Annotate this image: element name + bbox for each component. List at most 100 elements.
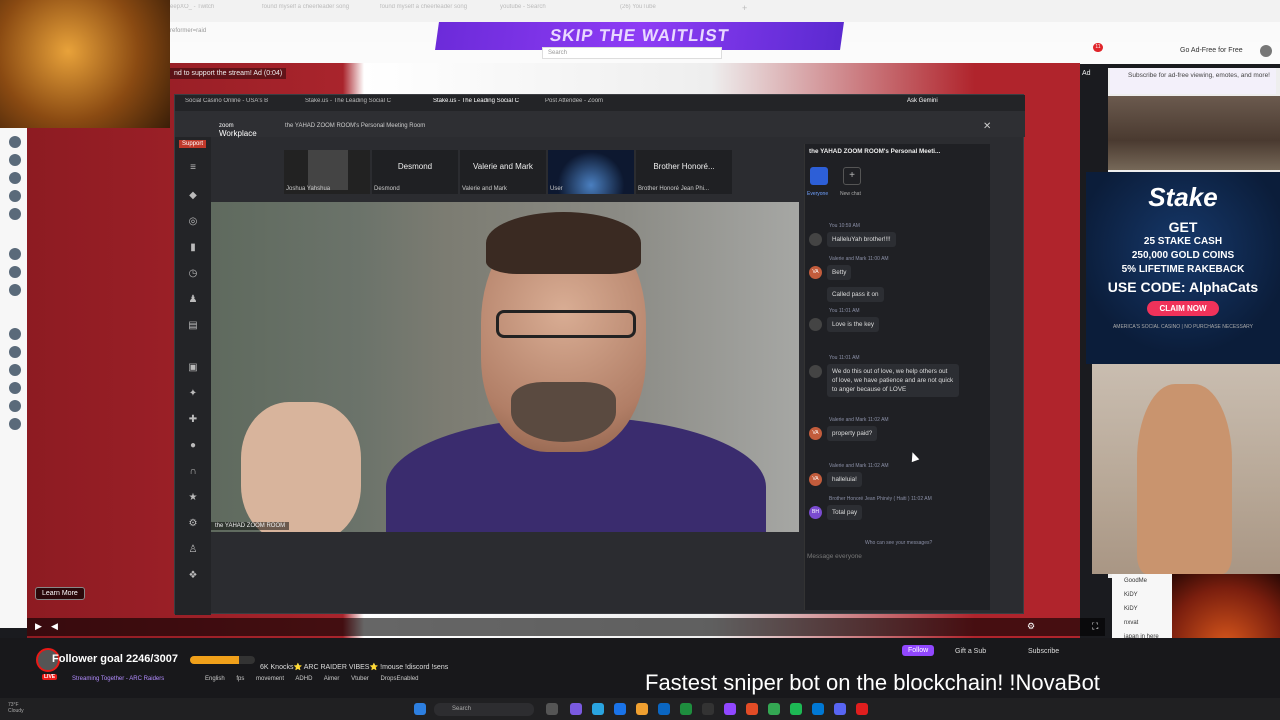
mic-icon[interactable]: ● [186,439,200,453]
weather-widget[interactable]: 73°F Cloudy [8,702,24,714]
chat-icon[interactable]: ❖ [186,569,200,583]
excel-icon[interactable] [680,703,692,715]
browser-tab-3[interactable]: youtube - Search [500,4,608,18]
channel-avatar[interactable] [9,400,21,412]
tag[interactable]: DropsEnabled [380,676,418,682]
inner-tab-3[interactable]: Post Attendee - Zoom [545,98,635,110]
doc-icon[interactable]: ▤ [186,319,200,333]
fullscreen-icon[interactable]: ⛶ [1092,621,1098,632]
channel-avatar[interactable] [9,284,21,296]
bookmark-icon[interactable]: ▮ [186,241,200,255]
ticker-overlay: Fastest sniper bot on the blockchain! !N… [645,670,1100,695]
browser-tab-0[interactable]: eepXO_ - Twitch [170,4,250,18]
edge-icon[interactable] [592,703,604,715]
app-icon[interactable] [570,703,582,715]
user-avatar[interactable] [1260,45,1272,57]
gift-sub-button[interactable]: Gift a Sub [955,648,986,655]
tag[interactable]: movement [256,676,284,682]
participant-tile[interactable]: Brother Honoré... Brother Honoré Jean Ph… [636,150,732,194]
go-ad-free-link[interactable]: Go Ad-Free for Free [1180,47,1243,54]
stake-ad[interactable]: Stake GET 25 STAKE CASH 250,000 GOLD COI… [1086,172,1280,364]
everyone-chat-icon[interactable] [810,167,828,185]
channel-avatar[interactable] [9,172,21,184]
app-icon[interactable] [856,703,868,715]
taskbar-search[interactable]: Search [434,703,534,716]
app-icon[interactable] [746,703,758,715]
who-can-see-link[interactable]: Who can see your messages? [865,540,932,546]
channel-avatar[interactable] [9,328,21,340]
chat-message-input[interactable]: Message everyone [807,553,987,608]
chat-line: KiDY [1124,606,1138,612]
wand-icon[interactable]: ✦ [186,387,200,401]
person-icon[interactable]: ♟ [186,293,200,307]
notification-badge[interactable]: 11 [1093,43,1103,52]
menu-icon[interactable]: ≡ [186,161,200,175]
headset-icon[interactable]: ∩ [186,465,200,479]
channel-avatar[interactable] [9,208,21,220]
inner-tab-1[interactable]: Stake.us - The Leading Social C [305,98,420,110]
tag[interactable]: Aimer [324,676,340,682]
discord-icon[interactable] [834,703,846,715]
tab-everyone[interactable]: Everyone [807,191,828,197]
channel-avatar[interactable] [9,190,21,202]
browser-tab-2[interactable]: found myself a cheerleader song [380,4,488,18]
app-icon[interactable] [812,703,824,715]
settings-icon[interactable]: ⚙ [1027,621,1035,632]
claim-now-button[interactable]: CLAIM NOW [1147,301,1219,316]
volume-icon[interactable]: ◀ [51,621,58,632]
participant-tile[interactable]: Joshua Yahshua [284,150,370,194]
channel-avatar[interactable] [9,346,21,358]
tag[interactable]: Vtuber [351,676,369,682]
tag[interactable]: English [205,676,225,682]
skip-waitlist-banner[interactable]: SKIP THE WAITLIST [435,22,844,50]
main-video[interactable]: the YAHAD ZOOM ROOM [211,202,799,532]
star-icon[interactable]: ★ [186,491,200,505]
shield-icon[interactable]: ◆ [186,189,200,203]
participant-tile[interactable]: User [548,150,634,194]
spotify-icon[interactable] [790,703,802,715]
clock-icon[interactable]: ◷ [186,267,200,281]
puzzle-icon[interactable]: ✚ [186,413,200,427]
stream-category[interactable]: Streaming Together - ARC Raiders [72,676,164,682]
channel-avatar[interactable] [9,418,21,430]
follow-button[interactable]: Follow [902,645,935,656]
chrome-icon[interactable] [768,703,780,715]
app-icon[interactable] [658,703,670,715]
learn-more-button[interactable]: Learn More [35,587,85,600]
box-icon[interactable]: ▣ [186,361,200,375]
participant-tile[interactable]: Valerie and Mark Valerie and Mark [460,150,546,194]
channel-avatar[interactable] [9,136,21,148]
target-icon[interactable]: ◎ [186,215,200,229]
channel-avatar[interactable] [9,248,21,260]
subscribe-button[interactable]: Subscribe [1028,648,1059,655]
inner-tab-0[interactable]: Social Casino Online - USA's B [185,98,295,110]
new-chat-icon[interactable]: + [843,167,861,185]
browser-tab-4[interactable]: (26) YouTube [620,4,728,18]
ask-gemini-button[interactable]: Ask Gemini [907,98,938,110]
game-thumbnail[interactable] [1108,96,1280,170]
channel-avatar[interactable] [9,382,21,394]
tab-new-chat[interactable]: New chat [840,191,861,197]
play-icon[interactable]: ▶ [35,621,42,632]
search-input[interactable]: Search [542,47,722,59]
tag[interactable]: fps [236,676,244,682]
channel-avatar[interactable] [9,154,21,166]
close-icon[interactable]: ✕ [983,121,991,132]
twitch-icon[interactable] [724,703,736,715]
channel-avatar[interactable] [9,364,21,376]
subscribe-ad[interactable]: Subscribe for ad-free viewing, emotes, a… [1110,68,1276,94]
app-icon[interactable] [702,703,714,715]
inner-tab-2[interactable]: Stake.us - The Leading Social C [433,98,543,110]
settings-icon[interactable]: ⚙ [186,517,200,531]
participant-tile[interactable]: Desmond Desmond [372,150,458,194]
support-button[interactable]: Support [179,140,207,148]
user-icon[interactable]: ♙ [186,543,200,557]
taskview-icon[interactable] [546,703,558,715]
tag[interactable]: ADHD [295,676,312,682]
app-icon[interactable] [614,703,626,715]
new-tab-icon[interactable]: + [742,3,752,17]
start-icon[interactable] [414,703,426,715]
folder-icon[interactable] [636,703,648,715]
channel-avatar[interactable] [9,266,21,278]
browser-tab-1[interactable]: found myself a cheerleader song [262,4,370,18]
